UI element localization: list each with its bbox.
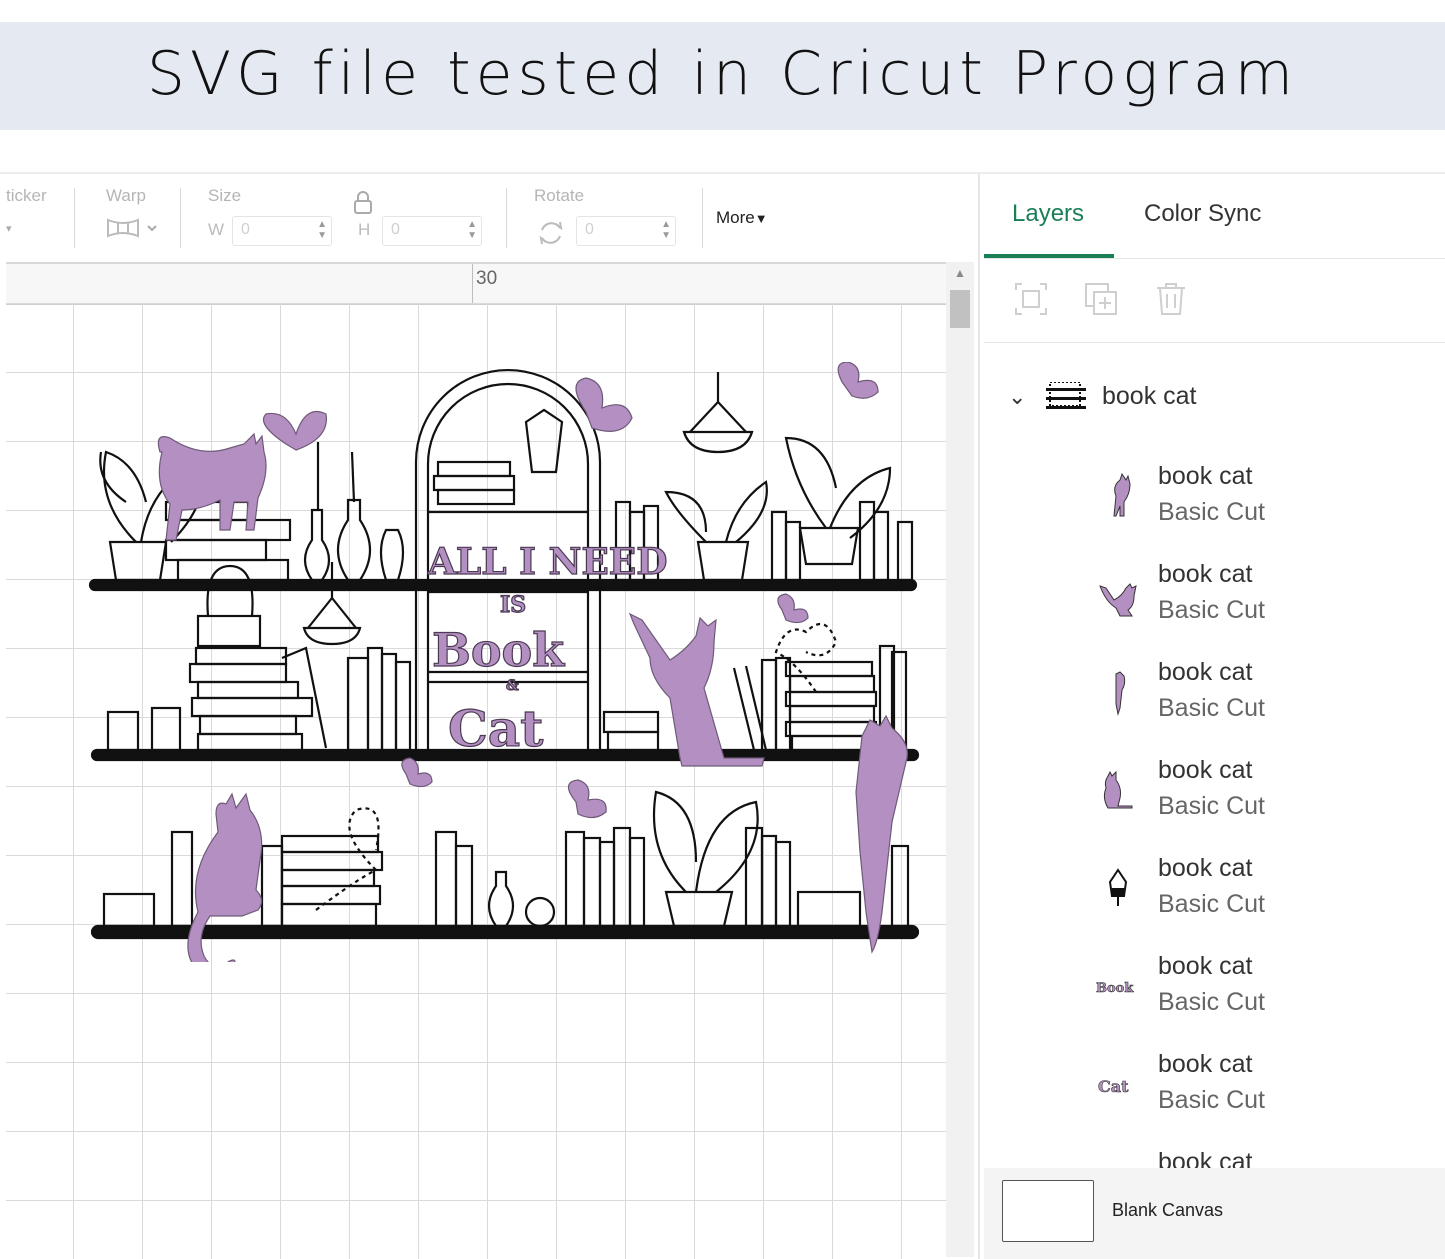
layer-name: book cat <box>1158 854 1253 882</box>
blank-canvas-label: Blank Canvas <box>1112 1200 1224 1220</box>
height-label: H <box>358 220 371 239</box>
tab-divider <box>984 258 1445 259</box>
warp-control[interactable]: Warp <box>106 186 158 245</box>
svg-text:ALL I NEED: ALL I NEED <box>427 541 667 583</box>
blank-canvas-swatch[interactable] <box>1002 1180 1094 1242</box>
width-label: W <box>208 220 225 239</box>
layer-type: Basic Cut <box>1158 596 1265 624</box>
layer-group-row[interactable]: ⌄ book cat <box>980 374 1445 422</box>
layer-item[interactable]: book cat <box>980 1148 1445 1168</box>
layer-item[interactable]: book cat Basic Cut <box>980 658 1445 756</box>
toolbar-divider <box>180 188 181 248</box>
sticker-dropdown-icon: ▾ <box>6 223 12 235</box>
book-word-icon: Book <box>1094 962 1142 1010</box>
layer-item[interactable]: book cat Basic Cut <box>980 756 1445 854</box>
more-button[interactable]: More▼ <box>716 208 768 228</box>
group-name: book cat <box>1102 382 1197 410</box>
cat-hanging-icon <box>1094 668 1142 716</box>
panel-divider <box>984 342 1445 343</box>
svg-text:Book: Book <box>432 623 565 677</box>
chevron-down-icon[interactable]: ⌄ <box>1008 384 1026 410</box>
toolbar-divider <box>74 188 75 248</box>
blank-canvas-row[interactable]: Blank Canvas <box>984 1168 1445 1259</box>
sticker-control[interactable]: ticker ▾ <box>6 186 47 235</box>
rotate-stepper-icon[interactable]: ▲ ▼ <box>661 219 671 241</box>
layer-name: book cat <box>1158 952 1253 980</box>
toolbar-divider <box>506 188 507 248</box>
edit-toolbar: ticker ▾ Warp Size W 0 ▲ ▼ H 0 ▲ ▼ Rotat… <box>6 174 978 262</box>
cricut-design-space-window: ticker ▾ Warp Size W 0 ▲ ▼ H 0 ▲ ▼ Rotat… <box>0 172 1445 1259</box>
cat-climbing-icon <box>1094 570 1142 618</box>
layer-item[interactable]: Cat book cat Basic Cut <box>980 1050 1445 1148</box>
layer-name: book cat <box>1158 658 1253 686</box>
height-input[interactable]: 0 ▲ ▼ <box>382 216 482 246</box>
cat-sitting-icon <box>1094 766 1142 814</box>
width-value: 0 <box>241 221 250 238</box>
rotate-icon[interactable] <box>536 218 566 253</box>
rotate-input[interactable]: 0 ▲ ▼ <box>576 216 676 246</box>
canvas-scrollbar[interactable]: ▲ <box>946 262 974 1257</box>
cat-icon <box>1094 1158 1142 1168</box>
layer-item[interactable]: Book book cat Basic Cut <box>980 952 1445 1050</box>
layer-type: Basic Cut <box>1158 988 1265 1016</box>
duplicate-icon[interactable] <box>1084 282 1118 321</box>
sticker-label: ticker <box>6 186 47 205</box>
warp-icon <box>106 216 158 245</box>
svg-text:Cat: Cat <box>1098 1077 1129 1096</box>
tab-color-sync[interactable]: Color Sync <box>1144 200 1261 228</box>
layer-name: book cat <box>1158 1148 1253 1168</box>
rotate-label: Rotate <box>534 186 585 205</box>
rotate-control: Rotate <box>534 186 584 206</box>
svg-text:Cat: Cat <box>448 699 543 758</box>
width-input[interactable]: 0 ▲ ▼ <box>232 216 332 246</box>
layer-type: Basic Cut <box>1158 1086 1265 1114</box>
tab-layers[interactable]: Layers <box>1012 200 1084 228</box>
svg-text:IS: IS <box>500 592 526 618</box>
size-control: Size <box>208 186 241 206</box>
layer-type: Basic Cut <box>1158 792 1265 820</box>
size-label: Size <box>208 186 242 205</box>
svg-text:&: & <box>506 678 519 694</box>
warp-label: Warp <box>106 186 146 205</box>
height-value: 0 <box>391 221 400 238</box>
lock-icon[interactable] <box>352 190 374 221</box>
layer-item[interactable]: book cat Basic Cut <box>980 462 1445 560</box>
cat-word-icon: Cat <box>1094 1060 1142 1108</box>
rotate-value: 0 <box>585 221 594 238</box>
layer-item[interactable]: book cat Basic Cut <box>980 854 1445 952</box>
layer-name: book cat <box>1158 462 1253 490</box>
height-stepper-icon[interactable]: ▲ ▼ <box>467 219 477 241</box>
svg-text:Book: Book <box>1096 981 1134 996</box>
layer-name: book cat <box>1158 560 1253 588</box>
bookshelf-cat-design[interactable]: ALL I NEED IS Book & Cat <box>86 362 936 962</box>
layer-type: Basic Cut <box>1158 498 1265 526</box>
delete-icon[interactable] <box>1154 282 1188 321</box>
design-canvas[interactable]: 30 ALL I NEED IS Book & Cat <box>6 262 946 1259</box>
ruler-label: 30 <box>476 268 498 289</box>
layer-type: Basic Cut <box>1158 694 1265 722</box>
layer-item[interactable]: book cat Basic Cut <box>980 560 1445 658</box>
layer-type: Basic Cut <box>1158 890 1265 918</box>
width-stepper-icon[interactable]: ▲ ▼ <box>317 219 327 241</box>
group-thumbnail-icon <box>1046 381 1086 410</box>
more-label: More <box>716 208 755 227</box>
layer-name: book cat <box>1158 1050 1253 1078</box>
scroll-up-icon[interactable]: ▲ <box>954 266 966 280</box>
title-banner: SVG file tested in Cricut Program <box>0 22 1445 130</box>
scrollbar-thumb[interactable] <box>950 290 970 328</box>
top-ruler: 30 <box>6 262 946 305</box>
ruler-tick <box>472 264 473 304</box>
caret-down-icon: ▼ <box>754 211 768 226</box>
cat-standing-icon <box>1094 472 1142 520</box>
banner-title: SVG file tested in Cricut Program <box>146 39 1299 109</box>
layer-name: book cat <box>1158 756 1253 784</box>
group-icon[interactable] <box>1014 282 1048 321</box>
layers-panel: Layers Color Sync ⌄ book cat book cat Ba… <box>978 174 1445 1259</box>
terrarium-icon <box>1094 864 1142 912</box>
toolbar-divider <box>702 188 703 248</box>
